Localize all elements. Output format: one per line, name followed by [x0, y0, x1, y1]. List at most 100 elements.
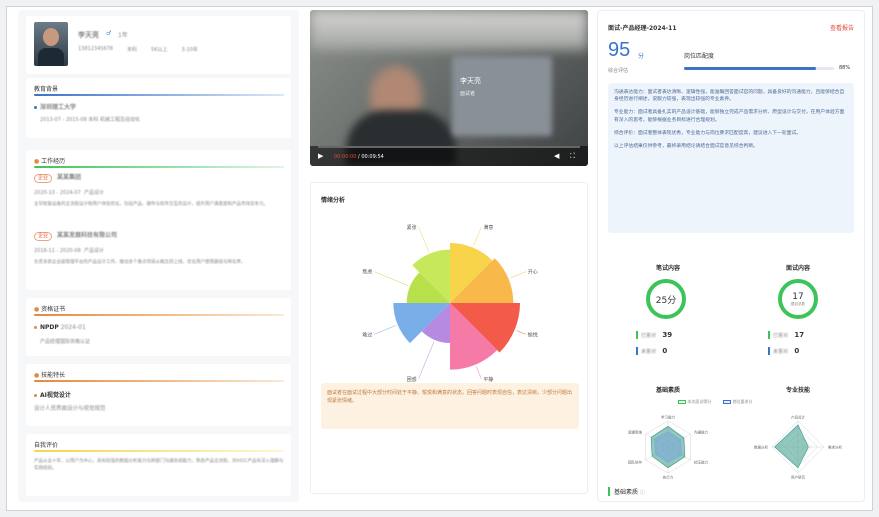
legend-item: 岗位要求分 [723, 399, 753, 405]
evaluation-paragraph: 沟通表达能力：面试者表达清晰、逻辑性强，能准确回答面试官的问题，具备良好的沟通能… [614, 90, 845, 103]
match-label: 岗位匹配度 [684, 53, 715, 60]
skill-desc: 设计人员界面设计与视觉规范 [34, 406, 106, 412]
pro-radar-title: 专业技能 [785, 387, 810, 394]
basic-radar-chart: 学习能力沟通能力抗压能力执行力 团队协作 逻辑思维 [628, 415, 708, 480]
written-score: 25分 [655, 295, 677, 306]
rose-label-line [516, 330, 526, 335]
rose-label: 难过 [362, 331, 372, 338]
match-percent: 88% [839, 65, 851, 71]
rose-label-line [418, 341, 435, 379]
video-overlay-name: 李天亮 [460, 77, 481, 85]
video-player[interactable]: 李天亮 面试者 ▶ 00:00:00 / 00:09:54 ◀ ⛶ [310, 10, 588, 166]
rose-label: 平静 [483, 376, 493, 383]
fullscreen-icon[interactable]: ⛶ [570, 152, 575, 161]
volume-icon[interactable]: ◀ [554, 152, 559, 160]
radar-axis-label: 需求分析 [828, 445, 842, 450]
interview-wrong: 未答对 0 [768, 347, 799, 355]
interview-report-panel: 面试-产品经理-2024-11 查看报告 95 分 综合评估 岗位匹配度 88%… [597, 10, 865, 502]
score-caption: 综合评估 [608, 68, 629, 74]
report-title: 面试-产品经理-2024-11 [608, 25, 677, 32]
interview-score-sub: 题目总数 [791, 301, 805, 306]
self-eval-card: 自我评价 产品从业十年，以用户为中心，具有较强的数据分析能力与跨部门沟通协调能力… [26, 434, 291, 496]
work-desc: 负责多款企业级管理平台的产品设计工作，推动多个重点项目从概念到上线，优化用户使用… [34, 260, 246, 265]
education-title: 教育背景 [34, 86, 59, 93]
candidate-profile-panel: 李天亮 ♂ 1年 13812345678 本科 5K以上 3-10年 教育背景 … [18, 10, 299, 502]
divider [34, 314, 284, 316]
rose-label: 困惑 [407, 376, 417, 383]
profile-card: 李天亮 ♂ 1年 13812345678 本科 5K以上 3-10年 [26, 16, 291, 74]
rose-label-line [476, 366, 482, 379]
certificate-card: ● 资格证书 NPDP 2024-01 产品经理国际资格认证 [26, 298, 291, 356]
rose-label-line [418, 227, 430, 252]
emotion-card: 情绪分析 满意 开心 愉悦 平静 困惑 难过 焦虑 紧张 面试者在面试过程中大部分时间处于平静… [310, 182, 588, 494]
video-controls: ▶ 00:00:00 / 00:09:54 ◀ ⛶ [310, 146, 588, 166]
radar-axis-label: 沟通能力 [694, 430, 708, 435]
certs-title: ● 资格证书 [34, 306, 66, 313]
work-card: ● 工作经历 企业 某某集团 2020-10 - 2024-07 产品设计 主导… [26, 150, 291, 290]
avatar [34, 22, 68, 66]
candidate-name: 李天亮 [78, 31, 99, 39]
radar-axis-label: 逻辑思维 [628, 430, 642, 435]
match-progress-fill [684, 67, 816, 70]
written-score-ring: 25分 [646, 279, 686, 319]
radar-legend: 本次面试得分 岗位要求分 [678, 399, 753, 405]
work-date: 2018-11 - 2020-08 产品设计 [34, 248, 104, 254]
candidate-status: 1年 [118, 32, 128, 39]
skills-card: ● 技能特长 AI视觉设计 设计人员界面设计与视觉规范 [26, 364, 291, 426]
emotion-rose-chart: 满意开心愉悦平静 困惑 难过 焦虑 紧张 [362, 224, 538, 383]
company-name: 某某发展科技有限公司 [56, 232, 117, 239]
rose-label-line [510, 271, 526, 279]
work-item: 企业 某某集团 2020-10 - 2024-07 产品设计 主导智能设备的全流… [34, 172, 279, 208]
basic-radar-title: 基础素质 [655, 387, 680, 394]
video-time: 00:00:00 / 00:09:54 [334, 154, 384, 160]
rose-label: 愉悦 [528, 331, 538, 338]
work-desc: 主导智能设备的全流程设计和用户体验优化，包括产品、硬件与软件交互的设计，提升用户… [34, 202, 268, 207]
work-date: 2020-10 - 2024-07 产品设计 [34, 190, 104, 196]
play-icon[interactable]: ▶ [318, 152, 323, 160]
profile-info-row: 13812345678 本科 5K以上 3-10年 [78, 46, 198, 53]
radar-axis-label: 团队协作 [628, 460, 642, 465]
radar-axis-label: 产品设计 [791, 415, 805, 420]
phone-info: 13812345678 [78, 46, 113, 52]
self-eval-title: 自我评价 [34, 442, 59, 449]
evaluation-paragraph: 专业能力：面试者具备扎实的产品设计基础，能够独立完成产品需求分析、原型设计与交付… [614, 110, 845, 123]
self-eval-text: 产品从业十年，以用户为中心，具有较强的数据分析能力与跨部门沟通协调能力，熟悉产品… [34, 459, 284, 471]
divider [34, 94, 284, 96]
evaluation-text-box: 沟通表达能力：面试者表达清晰、逻辑性强，能准确回答面试官的问题，具备良好的沟通能… [608, 83, 854, 233]
score-unit: 分 [638, 53, 645, 60]
company-tag: 企业 [34, 232, 53, 241]
interview-score: 17 [792, 291, 804, 302]
evaluation-paragraph: 综合评价：面试者整体表现优秀，专业能力与岗位要求匹配度高，建议进入下一轮面试。 [614, 130, 802, 136]
interview-title: 面试内容 [785, 265, 810, 272]
bottom-tab[interactable]: 基础素质 ⓘ [608, 487, 645, 496]
education-card: 教育背景 深圳理工大学 2013-07 - 2015-08 本科 机械工程及自动… [26, 78, 291, 138]
school-name: 深圳理工大学 [34, 102, 76, 111]
male-icon: ♂ [106, 30, 112, 37]
divider [34, 380, 284, 382]
rose-label: 开心 [528, 269, 538, 276]
radar-axis-label: 抗压能力 [694, 460, 708, 465]
video-analysis-panel: 李天亮 面试者 ▶ 00:00:00 / 00:09:54 ◀ ⛶ 情绪分析 满… [310, 10, 588, 502]
company-name: 某某集团 [56, 174, 81, 181]
video-overlay-sub: 面试者 [460, 91, 476, 97]
salary-info: 5K以上 [151, 47, 168, 53]
work-item: 企业 某某发展科技有限公司 2018-11 - 2020-08 产品设计 负责多… [34, 230, 279, 266]
experience-info: 3-10年 [181, 47, 198, 53]
rose-label: 满意 [483, 224, 493, 231]
evaluation-footnote: 以上评估结果仅供参考，最终录用结论请结合面试官意见综合判断。 [614, 144, 758, 150]
rose-label: 焦虑 [362, 269, 372, 276]
total-score: 95 [608, 39, 631, 61]
view-report-link[interactable]: 查看报告 [830, 23, 854, 32]
written-correct: 已答对 39 [636, 331, 672, 339]
help-icon: ⓘ [639, 490, 645, 496]
company-tag: 企业 [34, 174, 53, 183]
radar-axis-label: 执行力 [663, 475, 674, 480]
radar-axis-label: 数据分析 [754, 445, 768, 450]
video-progress[interactable] [318, 146, 580, 148]
cert-item: NPDP 2024-01 [34, 324, 86, 331]
divider [34, 450, 284, 452]
interview-score-ring: 17 题目总数 [778, 279, 818, 319]
skill-item: AI视觉设计 [34, 390, 71, 399]
radar-axis-label: 学习能力 [661, 415, 675, 420]
work-title: ● 工作经历 [34, 158, 66, 165]
